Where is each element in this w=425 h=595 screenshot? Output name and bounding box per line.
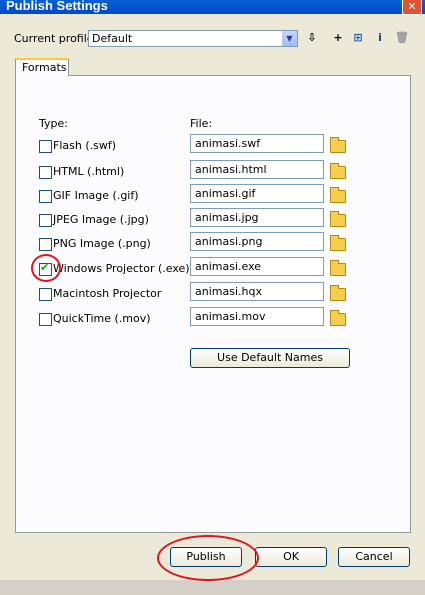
windows-projector-file-field[interactable]: animasi.exe bbox=[190, 257, 324, 276]
png-file-value: animasi.png bbox=[195, 235, 263, 248]
profile-label: Current profile: bbox=[14, 32, 98, 45]
flash-label: Flash (.swf) bbox=[53, 139, 117, 152]
macintosh-projector-file-value: animasi.hqx bbox=[195, 285, 262, 298]
delete-icon[interactable]: 🗑 bbox=[394, 30, 410, 46]
folder-icon[interactable] bbox=[330, 211, 346, 227]
windows-projector-label: Windows Projector (.exe) bbox=[53, 262, 190, 275]
file-header: File: bbox=[190, 117, 213, 130]
ok-button[interactable]: OK bbox=[255, 547, 327, 567]
folder-icon[interactable] bbox=[330, 260, 346, 276]
profile-select[interactable]: Default ▼ bbox=[88, 30, 298, 47]
gif-file-value: animasi.gif bbox=[195, 187, 256, 200]
publish-settings-window: Publish Settings ✕ Current profile: Defa… bbox=[0, 0, 425, 581]
cancel-button[interactable]: Cancel bbox=[338, 547, 410, 567]
gif-checkbox[interactable] bbox=[39, 190, 52, 203]
gif-label: GIF Image (.gif) bbox=[53, 189, 139, 202]
flash-checkbox[interactable] bbox=[39, 140, 52, 153]
jpeg-file-field[interactable]: animasi.jpg bbox=[190, 208, 324, 227]
chevron-down-icon[interactable]: ▼ bbox=[281, 31, 297, 46]
close-icon[interactable]: ✕ bbox=[402, 0, 422, 15]
html-label: HTML (.html) bbox=[53, 165, 125, 178]
html-file-value: animasi.html bbox=[195, 163, 267, 176]
title-bar[interactable]: Publish Settings ✕ bbox=[0, 0, 425, 15]
png-file-field[interactable]: animasi.png bbox=[190, 232, 324, 251]
highlight-circle bbox=[157, 535, 259, 581]
png-label: PNG Image (.png) bbox=[53, 237, 151, 250]
window-title: Publish Settings bbox=[6, 0, 108, 13]
use-default-names-button[interactable]: Use Default Names bbox=[190, 348, 350, 368]
macintosh-projector-label: Macintosh Projector bbox=[53, 287, 162, 300]
folder-icon[interactable] bbox=[330, 310, 346, 326]
quicktime-label: QuickTime (.mov) bbox=[53, 312, 151, 325]
folder-icon[interactable] bbox=[330, 163, 346, 179]
highlight-circle bbox=[31, 254, 61, 282]
html-file-field[interactable]: animasi.html bbox=[190, 160, 324, 179]
info-icon[interactable]: i bbox=[372, 30, 388, 46]
jpeg-file-value: animasi.jpg bbox=[195, 211, 259, 224]
quicktime-file-field[interactable]: animasi.mov bbox=[190, 307, 324, 326]
tab-formats[interactable]: Formats bbox=[15, 58, 69, 76]
duplicate-icon[interactable]: ⊞ bbox=[350, 30, 366, 46]
profile-value: Default bbox=[92, 32, 133, 45]
jpeg-label: JPEG Image (.jpg) bbox=[53, 213, 149, 226]
folder-icon[interactable] bbox=[330, 187, 346, 203]
macintosh-projector-file-field[interactable]: animasi.hqx bbox=[190, 282, 324, 301]
import-export-icon[interactable]: ⇩ bbox=[304, 30, 320, 46]
jpeg-checkbox[interactable] bbox=[39, 214, 52, 227]
quicktime-file-value: animasi.mov bbox=[195, 310, 266, 323]
png-checkbox[interactable] bbox=[39, 238, 52, 251]
tab-formats-label: Formats bbox=[22, 61, 67, 74]
quicktime-checkbox[interactable] bbox=[39, 313, 52, 326]
add-icon[interactable]: + bbox=[330, 30, 346, 46]
gif-file-field[interactable]: animasi.gif bbox=[190, 184, 324, 203]
folder-icon[interactable] bbox=[330, 235, 346, 251]
windows-projector-file-value: animasi.exe bbox=[195, 260, 262, 273]
flash-file-field[interactable]: animasi.swf bbox=[190, 134, 324, 153]
folder-icon[interactable] bbox=[330, 137, 346, 153]
folder-icon[interactable] bbox=[330, 285, 346, 301]
html-checkbox[interactable] bbox=[39, 166, 52, 179]
macintosh-projector-checkbox[interactable] bbox=[39, 288, 52, 301]
flash-file-value: animasi.swf bbox=[195, 137, 261, 150]
type-header: Type: bbox=[39, 117, 68, 130]
